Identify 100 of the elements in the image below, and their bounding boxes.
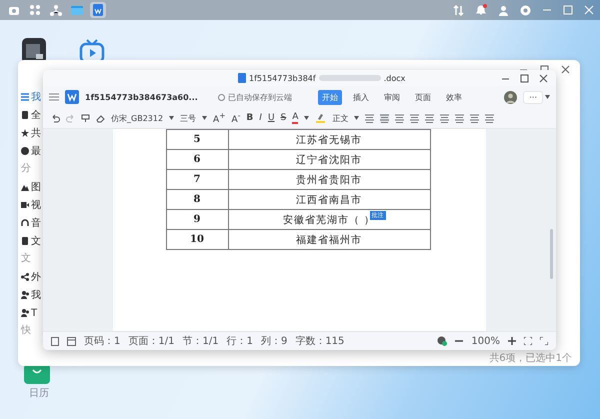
sidebar-item[interactable]: 全	[21, 106, 42, 124]
status-item: 页面：1/1	[128, 335, 174, 348]
table-cell: 6	[166, 150, 228, 170]
settings-icon[interactable]	[520, 4, 531, 16]
fit-page-icon[interactable]	[524, 337, 532, 345]
paragraph-tool-icon[interactable]	[440, 114, 450, 122]
highlighter-icon[interactable]	[315, 112, 326, 124]
fullscreen-icon[interactable]	[540, 337, 548, 345]
share-icon	[21, 273, 29, 281]
undo-icon[interactable]	[51, 114, 60, 122]
writer-logo-icon	[65, 90, 79, 104]
paragraph-tool-icon[interactable]	[365, 114, 374, 122]
more-button[interactable]: ···	[523, 90, 543, 104]
paragraph-tool-icon[interactable]	[485, 114, 494, 122]
eraser-icon[interactable]	[96, 114, 105, 122]
zoom-in-icon[interactable]	[508, 337, 516, 345]
file-name: 1f5154773b384f	[249, 74, 316, 82]
paragraph-tool-icon[interactable]	[410, 114, 420, 122]
table-cell: 7	[166, 170, 228, 190]
users-icon	[21, 309, 29, 317]
taskbar-icon[interactable]	[90, 2, 106, 18]
strikethrough-button[interactable]: S	[280, 113, 286, 123]
table-cell: 辽宁省沈阳市	[228, 150, 430, 170]
image-icon	[21, 183, 29, 191]
redaction-blur	[318, 75, 381, 81]
maximize-icon[interactable]	[520, 74, 529, 83]
table-cell: 10	[166, 230, 228, 250]
calendar-app-icon[interactable]	[24, 364, 50, 384]
table-cell: 江西省南昌市	[228, 190, 430, 210]
status-item: 行：1	[226, 335, 253, 348]
outline-icon[interactable]	[51, 336, 59, 346]
caret-icon[interactable]	[304, 116, 310, 120]
font-size-dropdown[interactable]: 三号	[180, 112, 196, 124]
scrollbar[interactable]	[550, 229, 553, 279]
taskbar-icon[interactable]	[48, 2, 64, 18]
status-item: 字数：115	[295, 334, 344, 348]
sidebar-item[interactable]: 外	[21, 268, 42, 286]
font-dropdown[interactable]: 仿宋_GB2312	[111, 112, 164, 124]
caret-icon[interactable]	[545, 95, 550, 99]
sidebar-item[interactable]: T	[21, 304, 42, 322]
sidebar-item[interactable]: 文	[21, 232, 42, 250]
ribbon-tab[interactable]: 审阅	[380, 90, 404, 104]
sidebar-item[interactable]: 音	[21, 214, 42, 232]
caret-icon[interactable]	[202, 116, 208, 120]
table-cell: 9	[166, 210, 228, 230]
sidebar-section-label: 分	[21, 162, 32, 176]
shrink-font-button[interactable]: A$^{-}$	[232, 111, 240, 125]
sidebar-item[interactable]: 我	[21, 88, 42, 106]
sidebar-item[interactable]: 视	[21, 196, 42, 214]
paragraph-tool-icon[interactable]	[425, 114, 434, 122]
headphones-icon	[21, 219, 29, 227]
users-icon	[21, 291, 29, 299]
layout-icon[interactable]	[67, 336, 76, 346]
italic-button[interactable]: I	[259, 113, 262, 123]
cloud-status-icon	[218, 94, 225, 100]
table-cell: 5	[166, 130, 228, 150]
paragraph-tool-icon[interactable]	[380, 114, 390, 122]
paragraph-tool-icon[interactable]	[395, 114, 404, 122]
bell-icon[interactable]	[475, 4, 487, 16]
grow-font-button[interactable]: A$^{+}$	[213, 111, 226, 125]
font-color-button[interactable]: A	[292, 112, 298, 124]
underline-button[interactable]: U	[268, 113, 275, 123]
format-painter-icon[interactable]	[81, 114, 90, 122]
bold-button[interactable]: B	[246, 113, 254, 123]
selection-status: 共6项，已选中1个	[489, 353, 572, 365]
star-icon	[21, 129, 29, 137]
table-cell: 贵州省贵阳市	[228, 170, 430, 190]
menu-icon[interactable]	[49, 93, 59, 101]
video-icon	[21, 201, 29, 209]
ribbon-tab[interactable]: 页面	[410, 90, 435, 104]
caret-icon[interactable]	[354, 116, 360, 120]
ribbon-tab[interactable]: 插入	[348, 90, 373, 104]
document-title: 1f5154773b384673a60...	[85, 92, 198, 102]
status-item: 列：9	[260, 335, 288, 348]
paragraph-tool-icon[interactable]	[470, 114, 480, 122]
status-item: 页码：1	[84, 335, 120, 348]
file-extension: .docx	[384, 74, 406, 82]
table-cell: 8	[166, 190, 228, 210]
paragraph-style-dropdown[interactable]: 正文	[332, 112, 348, 124]
sidebar-item[interactable]: 共	[21, 124, 42, 142]
status-item: 节：1/1	[182, 334, 219, 348]
clock-icon	[21, 147, 29, 155]
paragraph-tool-icon[interactable]	[455, 114, 464, 122]
sidebar-item[interactable]: 图	[21, 178, 42, 196]
taskbar-icon[interactable]	[27, 2, 43, 18]
sidebar-section-label: 文	[21, 252, 32, 266]
sidebar-section-label: 快	[21, 324, 32, 338]
close-icon[interactable]	[561, 65, 570, 74]
sidebar-item[interactable]: 我	[21, 286, 42, 304]
save-status: 已自动保存到云端	[228, 92, 292, 102]
sidebar-item[interactable]: 最	[21, 142, 42, 160]
transfer-icon[interactable]	[453, 4, 464, 16]
user-icon[interactable]	[498, 4, 509, 16]
list-icon	[21, 93, 29, 101]
caret-icon[interactable]	[169, 116, 174, 120]
calendar-app-label: 日历	[29, 387, 49, 400]
avatar[interactable]	[504, 90, 518, 104]
sync-status-icon	[437, 336, 448, 346]
close-icon[interactable]	[539, 74, 548, 83]
ribbon-tab[interactable]: 效率	[442, 90, 466, 104]
